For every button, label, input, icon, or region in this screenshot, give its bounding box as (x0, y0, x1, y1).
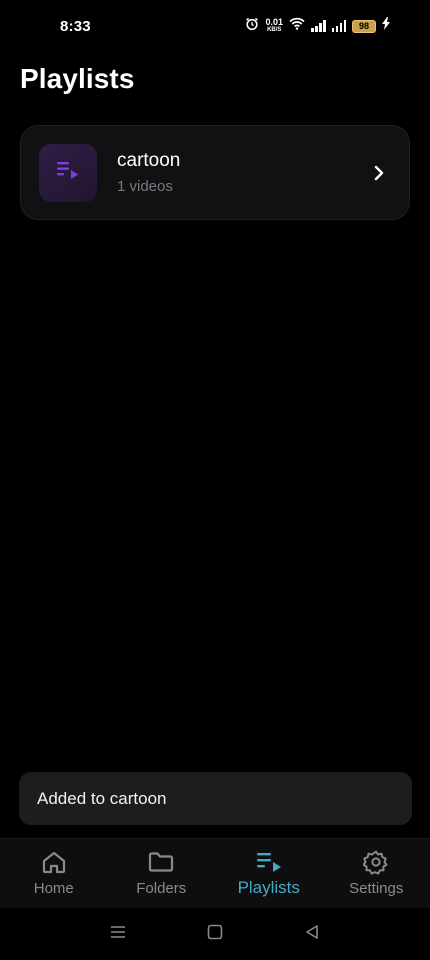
playlist-name: cartoon (117, 150, 181, 171)
signal-icon-2 (331, 20, 346, 32)
status-icons: 0.01 KB/S 98 (245, 17, 390, 36)
gear-icon (363, 849, 389, 875)
nav-label-home: Home (33, 880, 74, 897)
alarm-icon (245, 17, 259, 36)
app-screen: 8:33 0.01 KB/S 98 Playlists cartoon 1 vi… (0, 0, 430, 960)
playlist-card[interactable]: cartoon 1 videos (20, 125, 410, 220)
back-icon[interactable] (304, 924, 320, 945)
status-time: 8:33 (60, 17, 91, 35)
nav-label-playlists: Playlists (237, 878, 300, 897)
nav-item-playlists[interactable]: Playlists (215, 839, 323, 908)
status-bar: 8:33 0.01 KB/S 98 (0, 0, 430, 52)
nav-item-home[interactable]: Home (0, 839, 108, 908)
playlist-thumbnail (39, 143, 97, 202)
folder-icon (148, 849, 174, 875)
chevron-right-icon[interactable] (367, 161, 391, 185)
bottom-nav: Home Folders Playlists Settings (0, 838, 430, 908)
playlist-video-count: 1 videos (117, 178, 173, 195)
playlist-info: cartoon 1 videos (117, 150, 367, 195)
snackbar-message: Added to cartoon (37, 788, 167, 808)
nav-label-folders: Folders (136, 880, 187, 897)
network-speed: 0.01 KB/S (265, 17, 283, 34)
page-title: Playlists (20, 63, 135, 94)
home-icon (41, 849, 67, 875)
playlist-icon (56, 160, 80, 185)
wifi-icon (289, 17, 305, 35)
signal-icon (311, 20, 326, 32)
snackbar: Added to cartoon (19, 772, 412, 825)
battery-indicator: 98 (352, 19, 376, 33)
system-nav-bar (0, 908, 430, 960)
nav-item-folders[interactable]: Folders (108, 839, 216, 908)
nav-item-settings[interactable]: Settings (323, 839, 430, 908)
playlist-icon (256, 849, 282, 875)
charging-icon (382, 17, 390, 35)
nav-label-settings: Settings (349, 880, 404, 897)
home-button-icon[interactable] (207, 924, 223, 945)
menu-icon[interactable] (110, 925, 126, 944)
